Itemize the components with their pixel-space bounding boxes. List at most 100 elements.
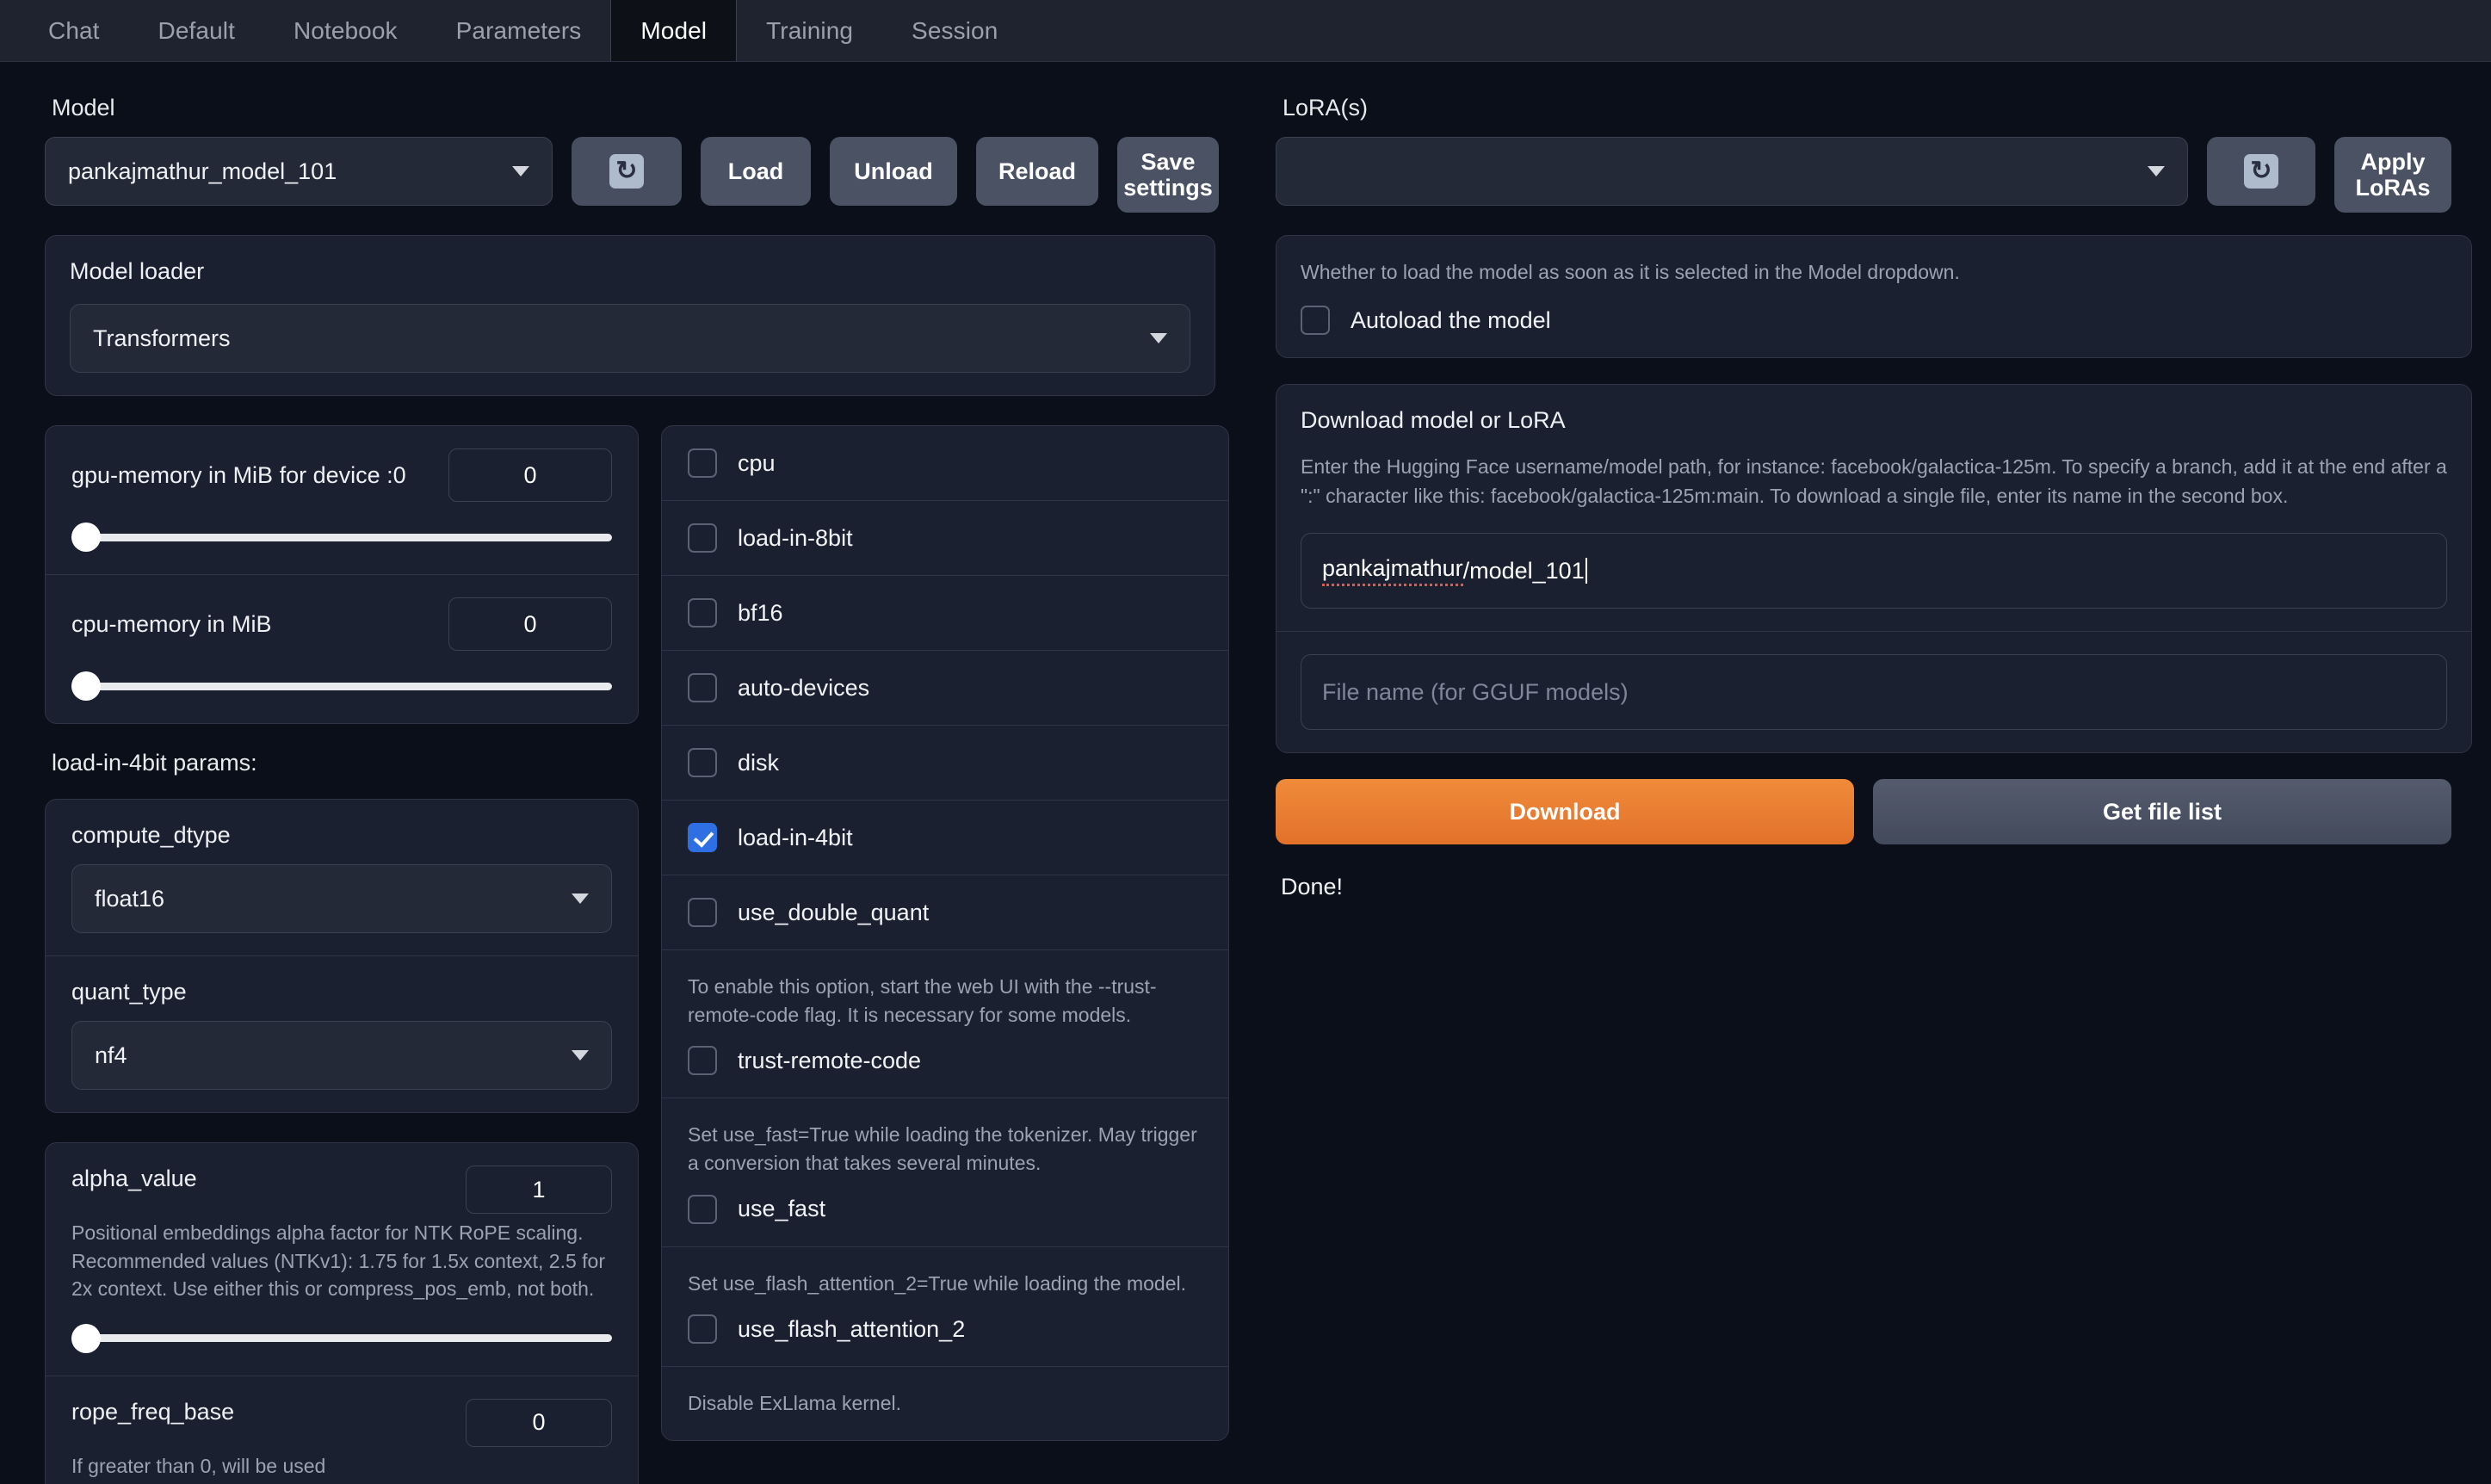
memory-group: gpu-memory in MiB for device :0 0 cpu-me… <box>45 425 639 724</box>
cpu-memory-label: cpu-memory in MiB <box>71 610 272 637</box>
quant-type-dropdown[interactable]: nf4 <box>71 1021 612 1090</box>
flag-row-trust-remote-code[interactable]: To enable this option, start the web UI … <box>662 950 1228 1099</box>
flag-row-disk[interactable]: disk <box>662 726 1228 801</box>
checkbox-cpu[interactable] <box>688 448 717 478</box>
download-actions: Download Get file list <box>1276 779 2472 845</box>
reload-button[interactable]: Reload <box>976 137 1098 206</box>
flag-label: use_double_quant <box>738 899 930 925</box>
repo-path-rest: /model_101 <box>1462 557 1585 584</box>
quant-type-row: quant_type nf4 <box>46 956 638 1112</box>
checkbox-load-in-8bit[interactable] <box>688 523 717 553</box>
tab-training[interactable]: Training <box>737 0 882 61</box>
flag-row-use-double-quant[interactable]: use_double_quant <box>662 875 1228 950</box>
gpu-memory-slider[interactable] <box>71 522 612 552</box>
unload-button[interactable]: Unload <box>830 137 957 206</box>
lora-dropdown[interactable] <box>1276 137 2188 206</box>
get-file-list-button[interactable]: Get file list <box>1873 779 2451 845</box>
apply-loras-button[interactable]: Apply LoRAs <box>2334 137 2451 213</box>
repo-path-input[interactable]: pankajmathur/model_101 <box>1301 533 2447 609</box>
tab-session[interactable]: Session <box>882 0 1027 61</box>
flag-label: auto-devices <box>738 674 870 701</box>
refresh-models-button[interactable]: ↻ <box>572 137 682 206</box>
checkbox-trust-remote-code[interactable] <box>688 1046 717 1076</box>
slider-thumb[interactable] <box>71 1323 101 1353</box>
quant-type-label: quant_type <box>71 979 187 1005</box>
model-loader-dropdown[interactable]: Transformers <box>70 304 1190 373</box>
file-name-input[interactable]: File name (for GGUF models) <box>1301 654 2447 731</box>
flag-label: load-in-4bit <box>738 824 853 850</box>
tab-parameters[interactable]: Parameters <box>427 0 611 61</box>
checkbox-load-in-4bit[interactable] <box>688 823 717 852</box>
chevron-down-icon <box>572 1050 589 1060</box>
alpha-value-number[interactable]: 1 <box>466 1166 612 1214</box>
slider-thumb[interactable] <box>71 671 101 701</box>
alpha-value-slider[interactable] <box>71 1323 612 1353</box>
checkbox-use-flash-attention-2[interactable] <box>688 1314 717 1345</box>
checkbox-bf16[interactable] <box>688 598 717 628</box>
cpu-memory-value[interactable]: 0 <box>448 597 612 651</box>
slider-thumb[interactable] <box>71 522 101 552</box>
compute-dtype-dropdown[interactable]: float16 <box>71 864 612 933</box>
model-dropdown[interactable]: pankajmathur_model_101 <box>45 137 553 206</box>
rope-freq-base-number[interactable]: 0 <box>466 1398 612 1447</box>
download-description: Enter the Hugging Face username/model pa… <box>1301 455 2447 507</box>
save-settings-button[interactable]: Save settings <box>1117 137 1219 213</box>
refresh-loras-button[interactable]: ↻ <box>2207 137 2315 206</box>
flag-row-cpu[interactable]: cpu <box>662 426 1228 501</box>
tab-notebook[interactable]: Notebook <box>264 0 427 61</box>
apply-loras-button-label: Apply LoRAs <box>2355 148 2431 201</box>
use-fast-description: Set use_fast=True while loading the toke… <box>688 1123 1197 1174</box>
lora-section-label: LoRA(s) <box>1283 95 1369 121</box>
use-flash-attention-2-description: Set use_flash_attention_2=True while loa… <box>688 1271 1187 1295</box>
download-button[interactable]: Download <box>1276 779 1854 845</box>
cpu-memory-slider[interactable] <box>71 671 612 701</box>
model-loader-label: Model loader <box>70 258 205 284</box>
download-button-label: Download <box>1509 798 1621 825</box>
exllama-description: Disable ExLlama kernel. <box>688 1392 902 1415</box>
tab-chat[interactable]: Chat <box>19 0 129 61</box>
tab-label: Notebook <box>293 16 398 44</box>
flag-row-use-fast[interactable]: Set use_fast=True while loading the toke… <box>662 1098 1228 1247</box>
compute-dtype-row: compute_dtype float16 <box>46 800 638 956</box>
repo-path-spellchecked-part: pankajmathur <box>1322 555 1463 587</box>
file-name-placeholder: File name (for GGUF models) <box>1322 678 1629 705</box>
checkbox-autoload-the-model[interactable] <box>1301 306 1330 336</box>
tab-model[interactable]: Model <box>610 0 738 61</box>
flag-row-use-flash-attention-2[interactable]: Set use_flash_attention_2=True while loa… <box>662 1247 1228 1368</box>
checkbox-disk[interactable] <box>688 748 717 777</box>
tab-label: Training <box>766 16 854 44</box>
checkbox-auto-devices[interactable] <box>688 673 717 702</box>
flag-row-load-in-8bit[interactable]: load-in-8bit <box>662 501 1228 576</box>
flag-label: bf16 <box>738 599 783 626</box>
memory-and-params-column: gpu-memory in MiB for device :0 0 cpu-me… <box>45 425 639 1484</box>
rope-freq-base-description: If greater than 0, will be used <box>71 1454 326 1477</box>
autoload-label: Autoload the model <box>1351 306 1551 333</box>
autoload-description: Whether to load the model as soon as it … <box>1301 261 1960 283</box>
alpha-value-row: alpha_value 1 Positional embeddings alph… <box>46 1143 638 1376</box>
page-body: Model pankajmathur_model_101 ↻ Load Unlo… <box>0 62 2491 1484</box>
lora-toolbar: ↻ Apply LoRAs <box>1276 137 2472 213</box>
model-section-label: Model <box>52 95 115 121</box>
tab-label: Default <box>158 16 235 44</box>
rope-group: alpha_value 1 Positional embeddings alph… <box>45 1142 639 1484</box>
gpu-memory-value[interactable]: 0 <box>448 448 612 502</box>
settings-split: gpu-memory in MiB for device :0 0 cpu-me… <box>45 425 1250 1484</box>
flag-label: use_fast <box>738 1196 826 1222</box>
checkbox-use-double-quant[interactable] <box>688 898 717 927</box>
refresh-icon: ↻ <box>2244 154 2278 189</box>
flag-row-bf16[interactable]: bf16 <box>662 576 1228 651</box>
autoload-checkbox-row[interactable]: Autoload the model <box>1301 306 2447 336</box>
chevron-down-icon <box>2148 166 2165 176</box>
load-button[interactable]: Load <box>701 137 811 206</box>
flag-row-disable-exllama[interactable]: Disable ExLlama kernel. <box>662 1367 1228 1440</box>
tab-default[interactable]: Default <box>129 0 264 61</box>
tab-bar: Chat Default Notebook Parameters Model T… <box>0 0 2491 62</box>
checkbox-use-fast[interactable] <box>688 1194 717 1224</box>
flag-row-load-in-4bit[interactable]: load-in-4bit <box>662 801 1228 875</box>
flag-row-auto-devices[interactable]: auto-devices <box>662 651 1228 726</box>
save-settings-button-label: Save settings <box>1123 148 1213 201</box>
unload-button-label: Unload <box>854 158 933 184</box>
flag-label: trust-remote-code <box>738 1047 922 1073</box>
model-loader-panel: Model loader Transformers <box>45 235 1215 396</box>
refresh-icon: ↻ <box>609 154 644 189</box>
